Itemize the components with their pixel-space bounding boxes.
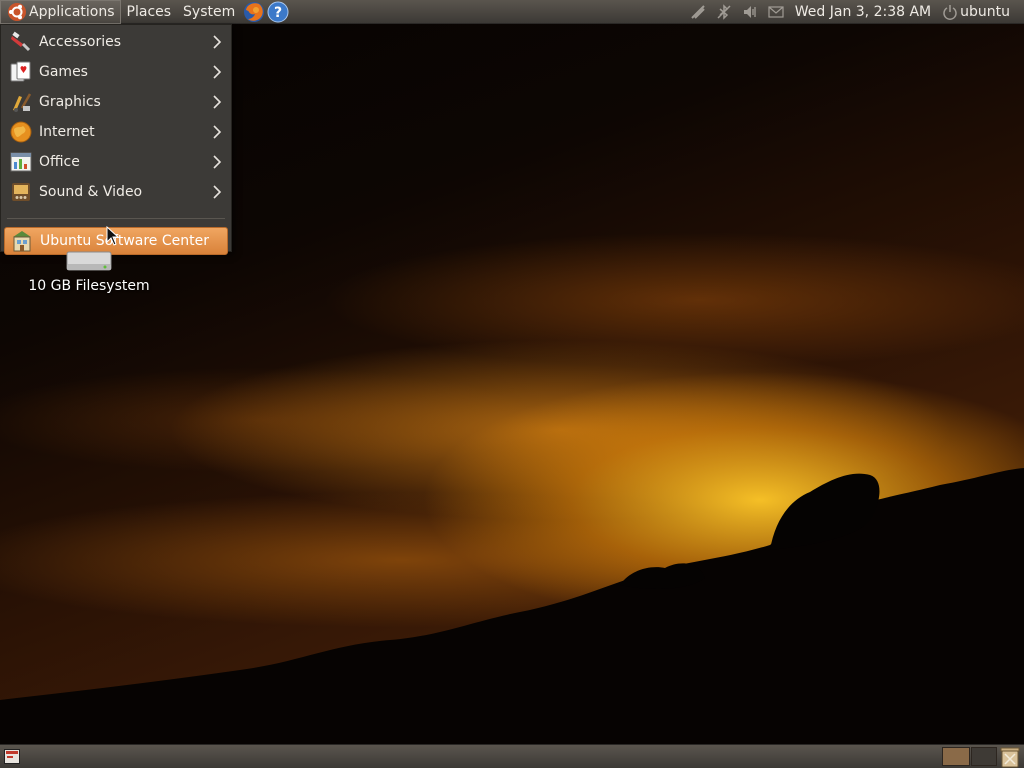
network-icon[interactable] — [690, 4, 706, 20]
applications-menu: Accessories Games Graphics Internet Offi… — [0, 24, 232, 255]
power-icon — [943, 4, 957, 20]
bottom-panel — [0, 744, 1024, 768]
chevron-right-icon — [213, 35, 222, 49]
menu-item-label: Accessories — [39, 34, 122, 50]
chevron-right-icon — [213, 125, 222, 139]
menu-item-sound-video[interactable]: Sound & Video — [1, 177, 231, 207]
menu-item-internet[interactable]: Internet — [1, 117, 231, 147]
menu-item-graphics[interactable]: Graphics — [1, 87, 231, 117]
chevron-right-icon — [213, 185, 222, 199]
volume-icon[interactable] — [742, 4, 758, 20]
show-desktop-icon[interactable] — [4, 749, 20, 764]
internet-icon — [10, 121, 32, 143]
desktop-icon-label: 10 GB Filesystem — [28, 278, 150, 294]
top-panel: Applications Places System ? Wed Jan 3, … — [0, 0, 1024, 24]
svg-text:?: ? — [274, 5, 282, 21]
workspace-1[interactable] — [942, 747, 970, 766]
menu-item-accessories[interactable]: Accessories — [1, 27, 231, 57]
mail-icon[interactable] — [768, 4, 784, 20]
panel-tray: Wed Jan 3, 2:38 AM ubuntu — [685, 0, 1024, 24]
menu-item-label: Ubuntu Software Center — [40, 233, 209, 249]
chevron-right-icon — [213, 65, 222, 79]
menu-item-label: Games — [39, 64, 88, 80]
menu-item-games[interactable]: Games — [1, 57, 231, 87]
help-icon[interactable]: ? — [267, 1, 289, 23]
menu-separator — [7, 218, 225, 219]
mouse-cursor-icon — [106, 226, 120, 246]
user-name: ubuntu — [960, 3, 1010, 20]
user-menu[interactable]: ubuntu — [937, 4, 1016, 20]
desktop-icon-filesystem[interactable]: 10 GB Filesystem — [24, 248, 154, 294]
chevron-right-icon — [213, 155, 222, 169]
sound-video-icon — [12, 183, 30, 201]
accessories-icon — [11, 31, 31, 52]
ubuntu-logo-icon — [8, 2, 26, 21]
firefox-icon[interactable] — [243, 1, 265, 23]
menu-item-label: Sound & Video — [39, 184, 143, 200]
menu-item-label: Internet — [39, 124, 95, 140]
games-icon — [10, 61, 31, 82]
chevron-right-icon — [213, 95, 222, 109]
bluetooth-icon[interactable] — [716, 3, 732, 20]
clock[interactable]: Wed Jan 3, 2:38 AM — [795, 4, 931, 20]
menu-item-label: Office — [39, 154, 80, 170]
menu-item-office[interactable]: Office — [1, 147, 231, 177]
system-menu-button[interactable]: System — [177, 0, 241, 24]
office-icon — [10, 152, 32, 172]
places-menu-button[interactable]: Places — [121, 0, 178, 24]
panel-menu-bar: Applications Places System ? — [0, 0, 289, 24]
trash-icon[interactable] — [1000, 746, 1020, 768]
applications-menu-button[interactable]: Applications — [0, 0, 121, 24]
applications-menu-label: Applications — [29, 3, 115, 20]
graphics-icon — [13, 93, 32, 112]
workspace-2[interactable] — [971, 747, 997, 766]
menu-item-label: Graphics — [39, 94, 101, 110]
drive-icon — [66, 251, 112, 271]
